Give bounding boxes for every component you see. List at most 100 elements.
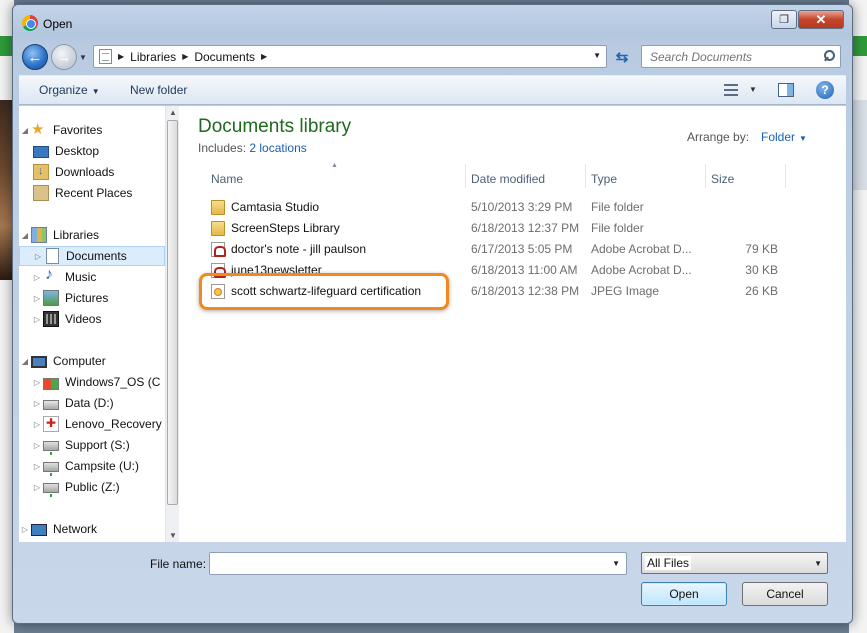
breadcrumb-separator-icon[interactable]: ▶ bbox=[261, 52, 267, 61]
file-list-pane: Documents library Includes: 2 locations … bbox=[179, 106, 846, 542]
breadcrumb-documents[interactable]: Documents bbox=[194, 50, 255, 64]
help-icon[interactable]: ? bbox=[816, 81, 834, 99]
nav-label: Network bbox=[53, 522, 98, 536]
organize-button[interactable]: Organize ▼ bbox=[39, 83, 100, 97]
chevron-down-icon[interactable]: ▼ bbox=[612, 559, 620, 568]
collapse-triangle-icon[interactable]: ◢ bbox=[19, 231, 31, 240]
nav-item-drive-u[interactable]: ▷ Campsite (U:) bbox=[19, 456, 165, 476]
file-row[interactable]: ScreenSteps Library 6/18/2013 12:37 PM F… bbox=[193, 217, 839, 238]
locations-link[interactable]: 2 locations bbox=[249, 141, 306, 155]
search-input[interactable] bbox=[642, 46, 812, 67]
file-date: 6/18/2013 12:38 PM bbox=[471, 284, 580, 298]
nav-item-downloads[interactable]: Downloads bbox=[19, 162, 165, 182]
expand-triangle-icon[interactable]: ▷ bbox=[31, 399, 43, 408]
nav-item-drive-c[interactable]: ▷ Windows7_OS (C bbox=[19, 372, 165, 392]
documents-icon bbox=[46, 248, 59, 264]
preview-pane-icon[interactable] bbox=[778, 83, 794, 97]
file-type: File folder bbox=[591, 221, 644, 235]
nav-item-libraries[interactable]: ◢ Libraries bbox=[19, 225, 165, 245]
nav-label: Support (S:) bbox=[65, 438, 130, 452]
expand-triangle-icon[interactable]: ▷ bbox=[32, 252, 44, 261]
expand-triangle-icon[interactable]: ▷ bbox=[31, 420, 43, 429]
file-type: File folder bbox=[591, 200, 644, 214]
folder-icon bbox=[211, 221, 225, 236]
nav-label: Libraries bbox=[53, 228, 100, 242]
file-name-combobox[interactable]: ▼ bbox=[209, 552, 627, 575]
expand-triangle-icon[interactable]: ▷ bbox=[31, 294, 43, 303]
expand-triangle-icon[interactable]: ▷ bbox=[31, 315, 43, 324]
file-row[interactable]: doctor's note - jill paulson 6/17/2013 5… bbox=[193, 238, 839, 259]
file-date: 6/18/2013 12:37 PM bbox=[471, 221, 580, 235]
nav-item-drive-s[interactable]: ▷ Support (S:) bbox=[19, 435, 165, 455]
new-folder-button[interactable]: New folder bbox=[130, 83, 187, 97]
pdf-icon bbox=[211, 263, 226, 278]
column-divider[interactable] bbox=[705, 164, 706, 188]
collapse-triangle-icon[interactable]: ◢ bbox=[19, 357, 31, 366]
nav-item-drive-z[interactable]: ▷ Public (Z:) bbox=[19, 477, 165, 497]
library-includes: Includes: 2 locations bbox=[198, 141, 307, 155]
nav-item-computer[interactable]: ◢ Computer bbox=[19, 351, 165, 371]
expand-triangle-icon[interactable]: ▷ bbox=[31, 441, 43, 450]
nav-item-recent-places[interactable]: Recent Places bbox=[19, 183, 165, 203]
address-bar[interactable]: ▶ Libraries ▶ Documents ▶ ▼ bbox=[93, 45, 607, 68]
column-header-size[interactable]: Size bbox=[711, 172, 734, 186]
network-drive-icon bbox=[43, 441, 59, 455]
expand-triangle-icon[interactable]: ▷ bbox=[19, 525, 31, 534]
column-divider[interactable] bbox=[785, 164, 786, 188]
search-icon[interactable] bbox=[823, 50, 835, 62]
forward-button[interactable]: → bbox=[51, 44, 77, 70]
breadcrumb-libraries[interactable]: Libraries bbox=[130, 50, 176, 64]
jpeg-icon bbox=[211, 284, 225, 299]
file-row[interactable]: scott schwartz-lifeguard certification 6… bbox=[193, 280, 839, 301]
nav-item-drive-d[interactable]: ▷ Data (D:) bbox=[19, 393, 165, 413]
file-row[interactable]: Camtasia Studio 5/10/2013 3:29 PM File f… bbox=[193, 196, 839, 217]
nav-label: Downloads bbox=[55, 165, 115, 179]
nav-item-network[interactable]: ▷ Network bbox=[19, 519, 165, 539]
column-divider[interactable] bbox=[465, 164, 466, 188]
expand-triangle-icon[interactable]: ▷ bbox=[31, 483, 43, 492]
search-box[interactable] bbox=[641, 45, 841, 68]
expand-triangle-icon[interactable]: ▷ bbox=[31, 273, 43, 282]
column-header-type[interactable]: Type bbox=[591, 172, 617, 186]
nav-label: Favorites bbox=[53, 123, 103, 137]
nav-item-desktop[interactable]: Desktop bbox=[19, 141, 165, 161]
cancel-button[interactable]: Cancel bbox=[742, 582, 828, 606]
scroll-up-icon[interactable]: ▲ bbox=[169, 108, 177, 117]
breadcrumb-separator-icon[interactable]: ▶ bbox=[182, 52, 188, 61]
column-headers: ▲ Name Date modified Type Size bbox=[193, 162, 839, 190]
file-name-input[interactable] bbox=[210, 553, 605, 574]
recent-pages-dropdown-icon[interactable]: ▼ bbox=[79, 53, 87, 62]
breadcrumb-separator-icon[interactable]: ▶ bbox=[118, 52, 124, 61]
nav-item-documents[interactable]: ▷ Documents bbox=[19, 246, 165, 266]
restore-button[interactable]: ❐ bbox=[771, 10, 797, 29]
close-button[interactable]: ✕ bbox=[798, 10, 844, 29]
nav-item-lenovo-recovery[interactable]: ▷ Lenovo_Recovery bbox=[19, 414, 165, 434]
nav-item-favorites[interactable]: ◢ Favorites bbox=[19, 120, 165, 140]
music-icon bbox=[43, 267, 59, 285]
file-type-filter[interactable]: All Files ▼ bbox=[641, 552, 828, 574]
file-row[interactable]: june13newsletter 6/18/2013 11:00 AM Adob… bbox=[193, 259, 839, 280]
view-options-dropdown-icon[interactable]: ▼ bbox=[749, 85, 757, 94]
arrange-by-dropdown[interactable]: Folder ▼ bbox=[761, 130, 807, 144]
chrome-icon bbox=[22, 15, 38, 31]
change-view-icon[interactable] bbox=[724, 84, 738, 96]
arrange-by-value: Folder bbox=[761, 130, 796, 144]
back-arrow-icon: ← bbox=[27, 48, 43, 66]
nav-item-pictures[interactable]: ▷ Pictures bbox=[19, 288, 165, 308]
column-header-name[interactable]: Name bbox=[211, 172, 243, 186]
column-header-date[interactable]: Date modified bbox=[471, 172, 545, 186]
nav-item-videos[interactable]: ▷ Videos bbox=[19, 309, 165, 329]
nav-scrollbar[interactable]: ▲ ▼ bbox=[165, 106, 179, 542]
column-divider[interactable] bbox=[585, 164, 586, 188]
back-button[interactable]: ← bbox=[22, 44, 48, 70]
address-dropdown-icon[interactable]: ▼ bbox=[593, 51, 601, 60]
refresh-button[interactable]: ⇆ bbox=[611, 46, 633, 68]
expand-triangle-icon[interactable]: ▷ bbox=[31, 378, 43, 387]
expand-triangle-icon[interactable]: ▷ bbox=[31, 462, 43, 471]
scroll-down-icon[interactable]: ▼ bbox=[169, 531, 177, 540]
nav-item-music[interactable]: ▷ Music bbox=[19, 267, 165, 287]
collapse-triangle-icon[interactable]: ◢ bbox=[19, 126, 31, 135]
scrollbar-thumb[interactable] bbox=[167, 120, 178, 505]
open-button[interactable]: Open bbox=[641, 582, 727, 606]
file-size: 79 KB bbox=[745, 242, 778, 256]
